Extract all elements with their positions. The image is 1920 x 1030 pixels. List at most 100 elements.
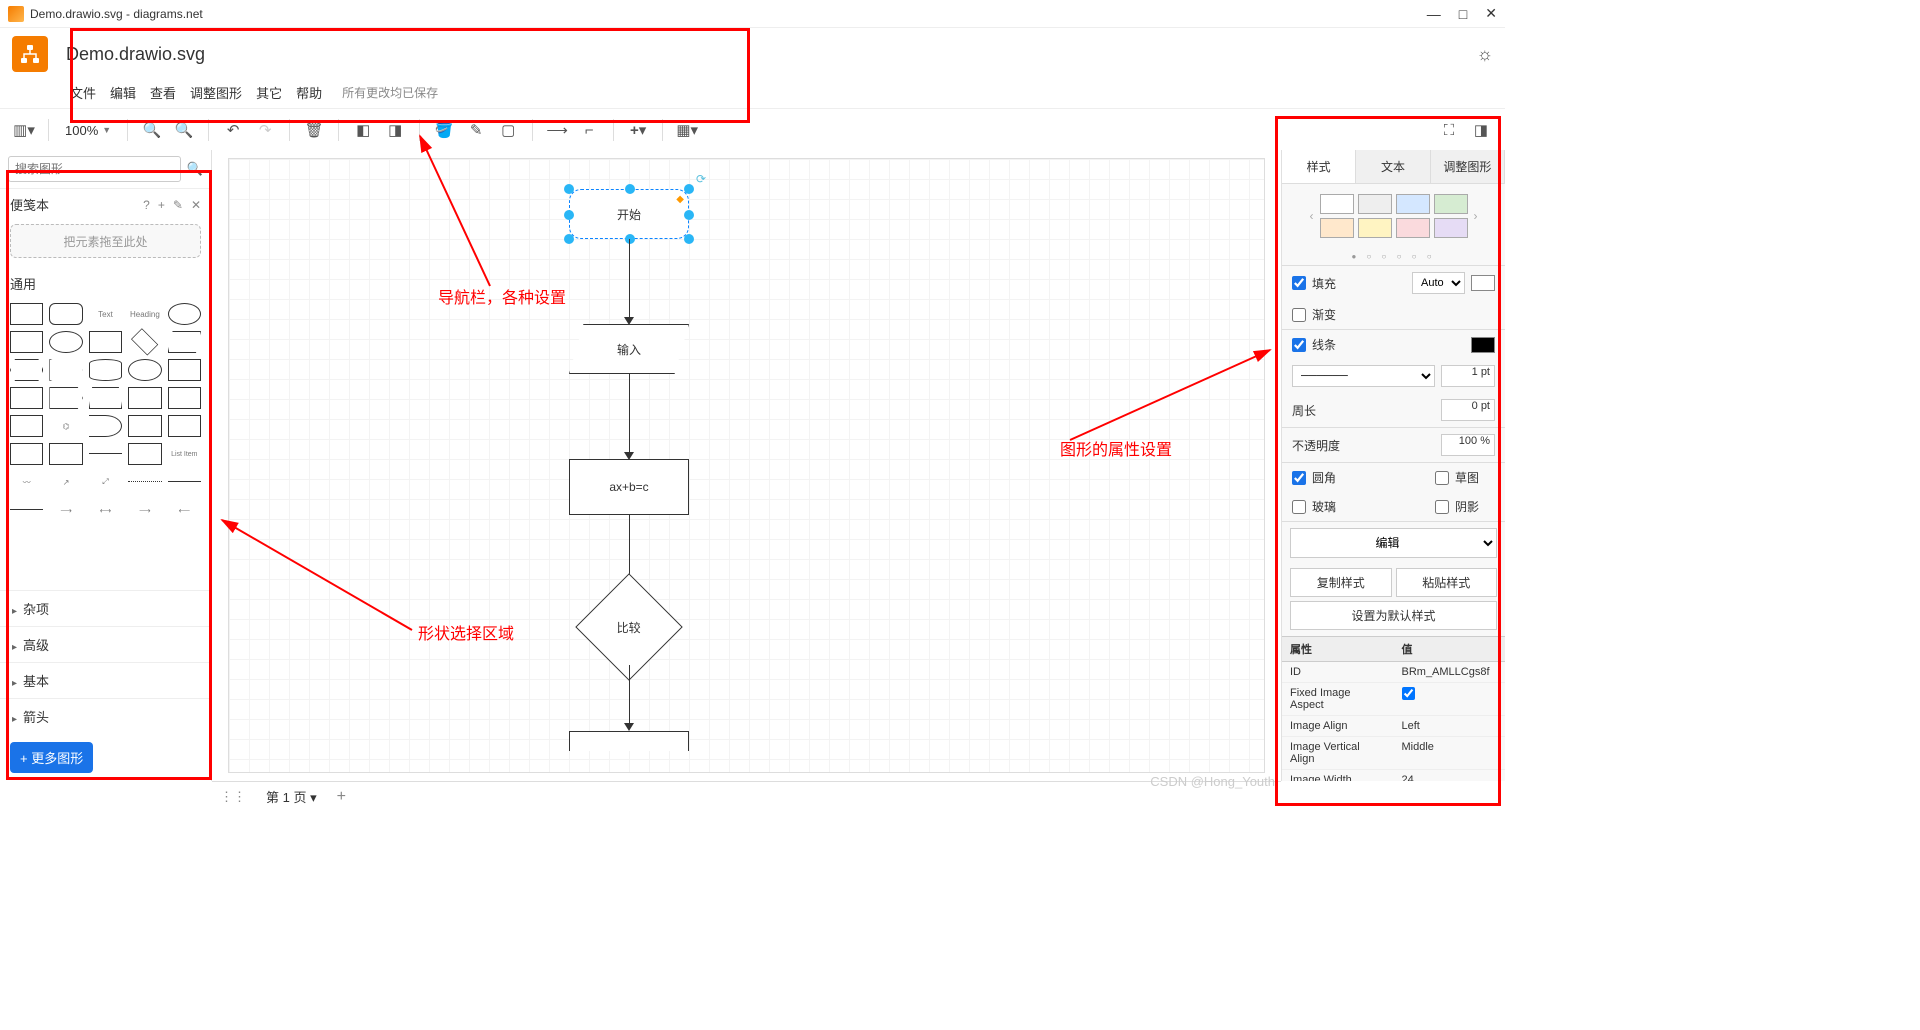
shape-curve[interactable] <box>89 415 122 437</box>
shape-line3[interactable] <box>10 509 43 510</box>
minimize-icon[interactable]: — <box>1427 6 1441 22</box>
swatch[interactable] <box>1320 194 1354 214</box>
shape-hex[interactable] <box>10 359 43 381</box>
swatch[interactable] <box>1396 218 1430 238</box>
shape-ellipse[interactable] <box>168 303 201 325</box>
node-input[interactable]: 输入 <box>569 324 689 374</box>
scratchpad-dropzone[interactable]: 把元素拖至此处 <box>10 224 201 258</box>
format-panel-icon[interactable]: ◨ <box>1467 116 1495 144</box>
rotate-icon[interactable]: ⟳ <box>696 172 706 186</box>
shape-rect[interactable] <box>10 303 43 325</box>
file-title[interactable]: Demo.drawio.svg <box>66 44 205 65</box>
fill-check[interactable] <box>1292 276 1306 290</box>
fill-mode[interactable]: Auto <box>1412 272 1465 294</box>
redo-icon[interactable]: ↷ <box>251 116 279 144</box>
opacity-val[interactable]: 100 % <box>1441 434 1495 456</box>
attr-valign[interactable]: Middle <box>1394 737 1506 769</box>
zoom-level[interactable]: 100%▼ <box>59 123 117 138</box>
line-style[interactable]: ────── <box>1292 365 1435 387</box>
waypoint-icon[interactable]: ⌐ <box>575 116 603 144</box>
shape-square[interactable] <box>10 331 43 353</box>
shape-trap[interactable] <box>89 387 122 409</box>
shape-or[interactable] <box>128 415 161 437</box>
close-icon[interactable]: ✕ <box>1485 5 1497 22</box>
node-next[interactable] <box>569 731 689 751</box>
shape-conn2[interactable]: ⟷ <box>89 499 122 521</box>
shape-heading[interactable]: Heading <box>128 303 161 325</box>
shape-card[interactable] <box>10 387 43 409</box>
next-colors-icon[interactable]: › <box>1474 209 1478 223</box>
swatch[interactable] <box>1320 218 1354 238</box>
copy-style-button[interactable]: 复制样式 <box>1290 568 1392 597</box>
help-icon[interactable]: ? <box>143 198 150 212</box>
swatch[interactable] <box>1434 218 1468 238</box>
shape-arrow1[interactable]: ↗ <box>49 471 82 493</box>
fullscreen-icon[interactable]: ⛶ <box>1435 116 1463 144</box>
tab-style[interactable]: 样式 <box>1282 150 1356 183</box>
paste-style-button[interactable]: 粘贴样式 <box>1396 568 1498 597</box>
shape-cyl[interactable] <box>89 359 122 381</box>
shape-doc[interactable] <box>168 359 201 381</box>
shape-listitem[interactable]: List Item <box>168 443 201 465</box>
cat-basic[interactable]: 基本 <box>0 662 211 698</box>
line-width[interactable]: 1 pt <box>1441 365 1495 387</box>
shape-conn1[interactable]: ⟶ <box>49 499 82 521</box>
swatch[interactable] <box>1434 194 1468 214</box>
shape-curve2[interactable]: 〰 <box>10 471 43 493</box>
page-tab[interactable]: 第 1 页 ▾ <box>258 785 325 808</box>
line-color[interactable] <box>1471 337 1495 353</box>
shape-circle[interactable] <box>49 331 82 353</box>
scratchpad-label[interactable]: 便笺本 <box>10 195 49 214</box>
shape-data[interactable] <box>10 443 43 465</box>
pager-dots[interactable]: ● ○ ○ ○ ○ ○ <box>1282 248 1505 265</box>
table-icon[interactable]: ▦▾ <box>673 116 701 144</box>
fixed-aspect-check[interactable] <box>1402 687 1415 700</box>
menu-file[interactable]: 文件 <box>70 83 96 102</box>
prev-colors-icon[interactable]: ‹ <box>1310 209 1314 223</box>
fill-color[interactable] <box>1471 275 1495 291</box>
close-scratch-icon[interactable]: ✕ <box>191 198 201 212</box>
attr-id[interactable]: BRm_AMLLCgs8f <box>1394 662 1506 682</box>
shape-para[interactable] <box>168 331 201 353</box>
swatch[interactable] <box>1358 194 1392 214</box>
swatch[interactable] <box>1396 194 1430 214</box>
more-shapes-button[interactable]: + 更多图形 <box>10 742 93 773</box>
perimeter-val[interactable]: 0 pt <box>1441 399 1495 421</box>
shape-process[interactable] <box>89 331 122 353</box>
shape-list[interactable] <box>128 443 161 465</box>
maximize-icon[interactable]: □ <box>1459 6 1467 22</box>
edit-scratch-icon[interactable]: ✎ <box>173 198 183 212</box>
glass-check[interactable] <box>1292 500 1306 514</box>
shape-tape[interactable] <box>128 387 161 409</box>
cat-arrow[interactable]: 箭头 <box>0 698 211 734</box>
shape-line2[interactable] <box>168 481 201 482</box>
zoom-in-icon[interactable]: 🔍 <box>138 116 166 144</box>
shadow-check[interactable] <box>1435 500 1449 514</box>
edit-style[interactable]: 编辑 <box>1290 528 1497 558</box>
shape-rounded[interactable] <box>49 303 82 325</box>
attr-w[interactable]: 24 <box>1394 770 1506 781</box>
default-style-button[interactable]: 设置为默认样式 <box>1290 601 1497 630</box>
search-icon[interactable]: 🔍 <box>187 161 203 177</box>
general-section[interactable]: 通用 <box>0 268 211 299</box>
arrow-icon[interactable]: ◆ <box>676 194 684 205</box>
shape-text[interactable]: Text <box>89 303 122 325</box>
shape-cube[interactable] <box>49 443 82 465</box>
tab-text[interactable]: 文本 <box>1356 150 1430 183</box>
menu-view[interactable]: 查看 <box>150 83 176 102</box>
theme-icon[interactable]: ☼ <box>1477 44 1494 65</box>
shape-dotted[interactable] <box>128 481 161 482</box>
add-page-icon[interactable]: + <box>337 788 346 806</box>
shape-actor[interactable]: ⌬ <box>49 415 82 437</box>
add-icon[interactable]: +▾ <box>624 116 652 144</box>
shape-note[interactable] <box>168 387 201 409</box>
node-formula[interactable]: ax+b=c <box>569 459 689 515</box>
shape-callout[interactable] <box>10 415 43 437</box>
shape-and[interactable] <box>168 415 201 437</box>
line-icon[interactable]: ⟶ <box>543 116 571 144</box>
undo-icon[interactable]: ↶ <box>219 116 247 144</box>
add-scratch-icon[interactable]: + <box>158 198 165 212</box>
gradient-check[interactable] <box>1292 308 1306 322</box>
shape-diamond[interactable] <box>131 328 158 355</box>
menu-arrange[interactable]: 调整图形 <box>190 83 242 102</box>
